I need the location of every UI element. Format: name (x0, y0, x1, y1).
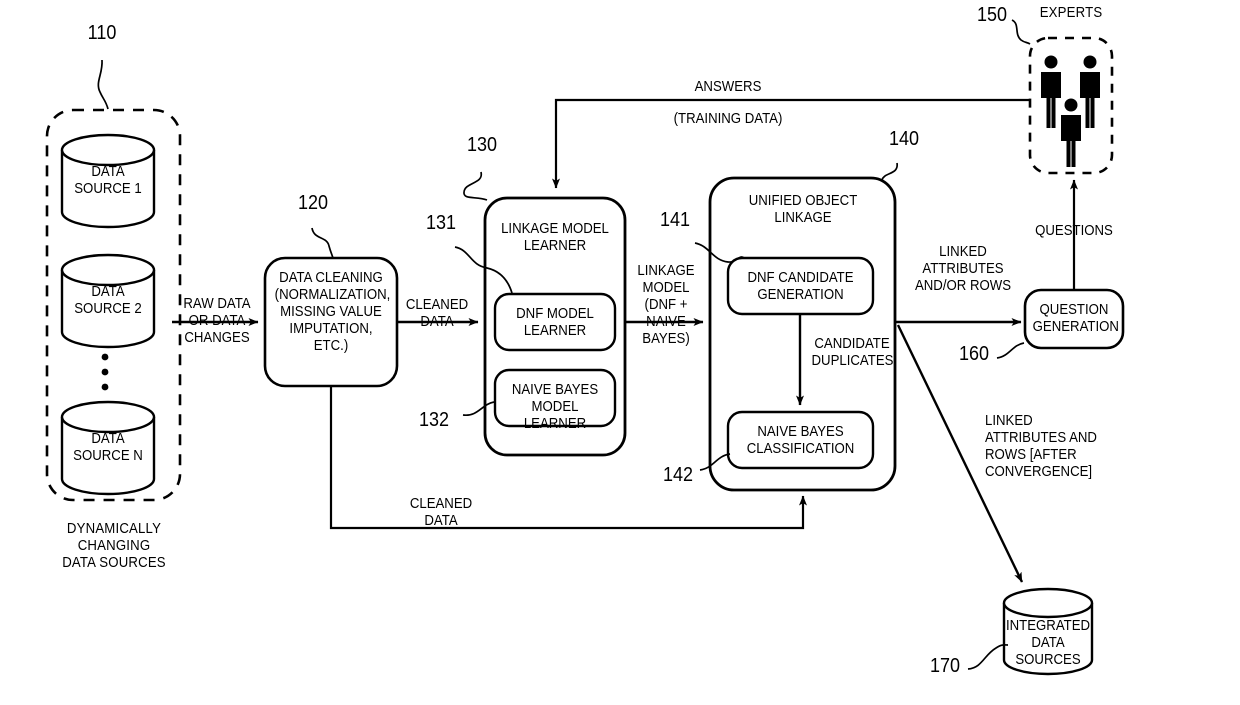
ref-number-150: 150 (976, 4, 1008, 26)
edge-label-cleaned-data-top: CLEANED DATA (405, 296, 469, 330)
ref-number-140: 140 (888, 128, 920, 150)
edge-label-raw-data: RAW DATA OR DATA CHANGES (183, 295, 251, 346)
ref-number-120: 120 (297, 192, 329, 214)
ref-number-131: 131 (425, 212, 457, 234)
ref-leader-110 (97, 59, 109, 110)
ref-leader-160 (996, 342, 1025, 359)
node-unified-object-linkage-box (708, 176, 897, 492)
ref-number-130: 130 (466, 134, 498, 156)
expert-person-icon-3 (1061, 98, 1081, 167)
cylinder-integrated-data-sources (1002, 587, 1094, 676)
cylinder-data-source-2 (60, 253, 156, 349)
node-data-cleaning-box (263, 256, 399, 388)
cylinder-data-source-n (60, 400, 156, 496)
edge-label-answers: ANSWERS (694, 78, 762, 95)
ref-number-170: 170 (929, 655, 961, 677)
edge-label-questions: QUESTIONS (1035, 222, 1113, 239)
cylinder-data-source-1 (60, 133, 156, 229)
edge-label-candidate-duplicates: CANDIDATE DUPLICATES (811, 335, 894, 369)
diagram-vector-layer (45, 19, 1125, 676)
node-question-generation-box (1023, 288, 1125, 350)
ref-leader-130 (463, 171, 488, 201)
dynamically-changing-data-sources-caption: DYNAMICALLY CHANGING DATA SOURCES (62, 520, 166, 571)
ref-number-132: 132 (418, 409, 450, 431)
ref-leader-140 (881, 162, 898, 181)
ref-number-160: 160 (958, 343, 990, 365)
ref-leader-170 (967, 644, 1009, 670)
expert-person-icon-2 (1080, 55, 1100, 128)
node-linkage-model-learner-box (483, 196, 627, 457)
edge-label-cleaned-data-bottom: CLEANED DATA (409, 495, 473, 529)
edge-label-answers-training-data: (TRAINING DATA) (673, 110, 783, 127)
vertical-ellipsis-icon (101, 353, 109, 391)
expert-person-icon-1 (1041, 55, 1061, 128)
ref-number-141: 141 (659, 209, 691, 231)
edge-label-linked-attributes-rows: LINKED ATTRIBUTES AND/OR ROWS (914, 243, 1012, 294)
edge-label-linked-after-convergence: LINKED ATTRIBUTES AND ROWS [AFTER CONVER… (985, 412, 1097, 480)
ref-leader-120 (311, 227, 334, 259)
experts-title: EXPERTS (1039, 4, 1103, 21)
diagram-canvas: 110 120 130 131 132 140 141 142 160 170 … (0, 0, 1240, 705)
edge-label-linkage-model: LINKAGE MODEL (DNF + NAIVE BAYES) (637, 262, 695, 347)
ref-number-142: 142 (662, 464, 694, 486)
ref-number-110: 110 (87, 22, 117, 44)
